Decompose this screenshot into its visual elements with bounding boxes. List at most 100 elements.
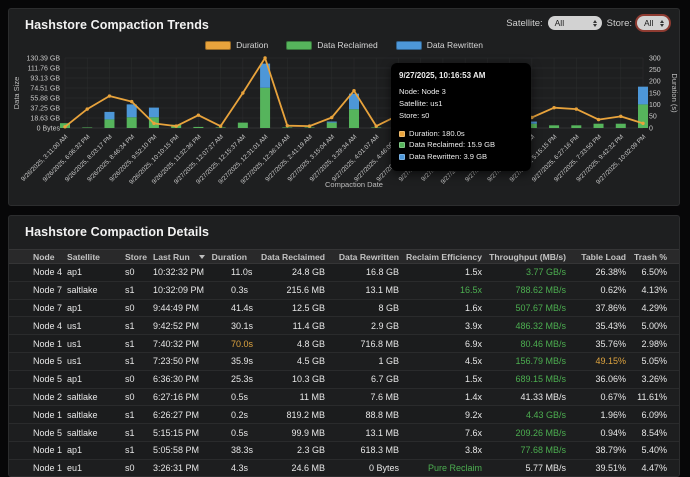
bar-data-reclaimed[interactable] (82, 127, 92, 128)
duration-point[interactable] (575, 107, 578, 110)
column-header-store[interactable]: Store (117, 252, 153, 262)
chart-filters: Satellite: All Store: All (506, 16, 669, 30)
legend-label: Duration (236, 40, 268, 50)
right-axis-tick: 0 (649, 125, 653, 132)
cell-reclaim-efficiency: 1.6x (411, 303, 493, 313)
legend-swatch-icon (286, 41, 312, 50)
bar-data-reclaimed[interactable] (571, 125, 581, 128)
duration-point[interactable] (286, 124, 289, 127)
column-header-label: Reclaim Efficiency (406, 252, 482, 262)
cell-store: s0 (117, 303, 153, 313)
duration-point[interactable] (152, 122, 155, 125)
cell-last-run: 10:32:32 PM (153, 267, 231, 277)
cell-trash-: 2.98% (631, 339, 669, 349)
duration-point[interactable] (197, 113, 200, 116)
cell-trash-: 8.54% (631, 428, 669, 438)
duration-point[interactable] (308, 124, 311, 127)
duration-point[interactable] (86, 107, 89, 110)
column-header-reclaim-efficiency[interactable]: Reclaim Efficiency (411, 252, 493, 262)
bar-data-rewritten[interactable] (104, 112, 114, 120)
column-header-trash-[interactable]: Trash % (631, 252, 669, 262)
legend-item-duration[interactable]: Duration (205, 40, 268, 50)
bar-data-reclaimed[interactable] (238, 123, 248, 128)
bar-data-reclaimed[interactable] (282, 127, 292, 128)
duration-point[interactable] (263, 56, 266, 59)
cell-trash-: 11.61% (631, 392, 669, 402)
duration-point[interactable] (130, 100, 133, 103)
bar-data-reclaimed[interactable] (193, 127, 203, 128)
cell-data-reclaimed: 11.4 GB (275, 321, 343, 331)
store-select[interactable]: All (637, 16, 669, 30)
cell-data-rewritten: 13.1 MB (343, 428, 411, 438)
duration-point[interactable] (108, 94, 111, 97)
column-header-table-load[interactable]: Table Load (577, 252, 631, 262)
duration-point[interactable] (352, 89, 355, 92)
cell-reclaim-efficiency: 6.9x (411, 339, 493, 349)
chart-tooltip: 9/27/2025, 10:16:53 AM Node: Node 3Satel… (391, 63, 531, 171)
bar-data-reclaimed[interactable] (327, 123, 337, 128)
bar-data-rewritten[interactable] (149, 108, 159, 118)
cell-throughput-mb-s-: 80.46 MB/s (493, 339, 577, 349)
tooltip-series-swatch-icon (399, 142, 405, 148)
duration-point[interactable] (241, 91, 244, 94)
legend-item-data-rewritten[interactable]: Data Rewritten (396, 40, 483, 50)
bar-data-reclaimed[interactable] (349, 109, 359, 128)
duration-point[interactable] (330, 116, 333, 119)
cell-table-load: 49.15% (577, 356, 631, 366)
column-header-data-rewritten[interactable]: Data Rewritten (343, 252, 411, 262)
bar-data-rewritten[interactable] (127, 104, 137, 117)
bar-data-rewritten[interactable] (327, 122, 337, 123)
column-header-label: Node (33, 252, 54, 262)
cell-node: Node 7 (25, 285, 67, 295)
bar-data-reclaimed[interactable] (127, 117, 137, 128)
cell-store: s1 (117, 285, 153, 295)
bar-data-reclaimed[interactable] (549, 125, 559, 128)
column-header-label: Last Run (153, 252, 190, 262)
cell-duration: 25.3s (231, 374, 275, 384)
cell-duration: 0.3s (231, 285, 275, 295)
cell-node: Node 4 (25, 267, 67, 277)
cell-table-load: 1.96% (577, 410, 631, 420)
cell-data-rewritten: 2.9 GB (343, 321, 411, 331)
cell-node: Node 5 (25, 428, 67, 438)
duration-point[interactable] (619, 115, 622, 118)
column-header-satellite[interactable]: Satellite (67, 252, 117, 262)
duration-point[interactable] (641, 122, 644, 125)
cell-throughput-mb-s-: 5.77 MB/s (493, 463, 577, 473)
table-row: Node 5saltlakes15:15:15 PM0.5s99.9 MB13.… (9, 424, 680, 442)
cell-data-rewritten: 8 GB (343, 303, 411, 313)
cell-node: Node 5 (25, 356, 67, 366)
cell-table-load: 37.86% (577, 303, 631, 313)
bar-data-reclaimed[interactable] (260, 88, 270, 128)
cell-data-rewritten: 0 Bytes (343, 463, 411, 473)
cell-table-load: 35.76% (577, 339, 631, 349)
tooltip-metric: Data Rewritten: 3.9 GB (399, 151, 523, 163)
cell-data-rewritten: 716.8 MB (343, 339, 411, 349)
cell-trash-: 6.09% (631, 410, 669, 420)
cell-reclaim-efficiency: Pure Reclaim (411, 463, 493, 473)
duration-point[interactable] (174, 124, 177, 127)
column-header-data-reclaimed[interactable]: Data Reclaimed (275, 252, 343, 262)
duration-point[interactable] (552, 106, 555, 109)
cell-throughput-mb-s-: 209.26 MB/s (493, 428, 577, 438)
cell-reclaim-efficiency: 9.2x (411, 410, 493, 420)
duration-point[interactable] (63, 125, 66, 128)
cell-duration: 0.5s (231, 392, 275, 402)
bar-data-reclaimed[interactable] (616, 124, 626, 128)
duration-point[interactable] (219, 124, 222, 127)
bar-data-rewritten[interactable] (638, 87, 648, 105)
bar-data-reclaimed[interactable] (104, 119, 114, 128)
satellite-select[interactable]: All (548, 16, 602, 30)
column-header-throughput-mb-s-[interactable]: Throughput (MB/s) (493, 252, 577, 262)
duration-point[interactable] (597, 118, 600, 121)
chart-canvas[interactable]: 130.39 GB111.76 GB93.13 GB74.51 GB55.88 … (9, 37, 681, 207)
legend-item-data-reclaimed[interactable]: Data Reclaimed (286, 40, 377, 50)
tooltip-series-swatch-icon (399, 131, 405, 137)
cell-last-run: 5:05:58 PM (153, 445, 231, 455)
bar-data-reclaimed[interactable] (594, 124, 604, 128)
duration-point[interactable] (375, 124, 378, 127)
dashboard-page: { "page": {"bg": "#070708"}, "trends_pan… (0, 0, 690, 477)
cell-satellite: saltlake (67, 410, 117, 420)
column-header-node[interactable]: Node (25, 252, 67, 262)
table-row: Node 2saltlakes06:27:16 PM0.5s11 MB7.6 M… (9, 389, 680, 407)
